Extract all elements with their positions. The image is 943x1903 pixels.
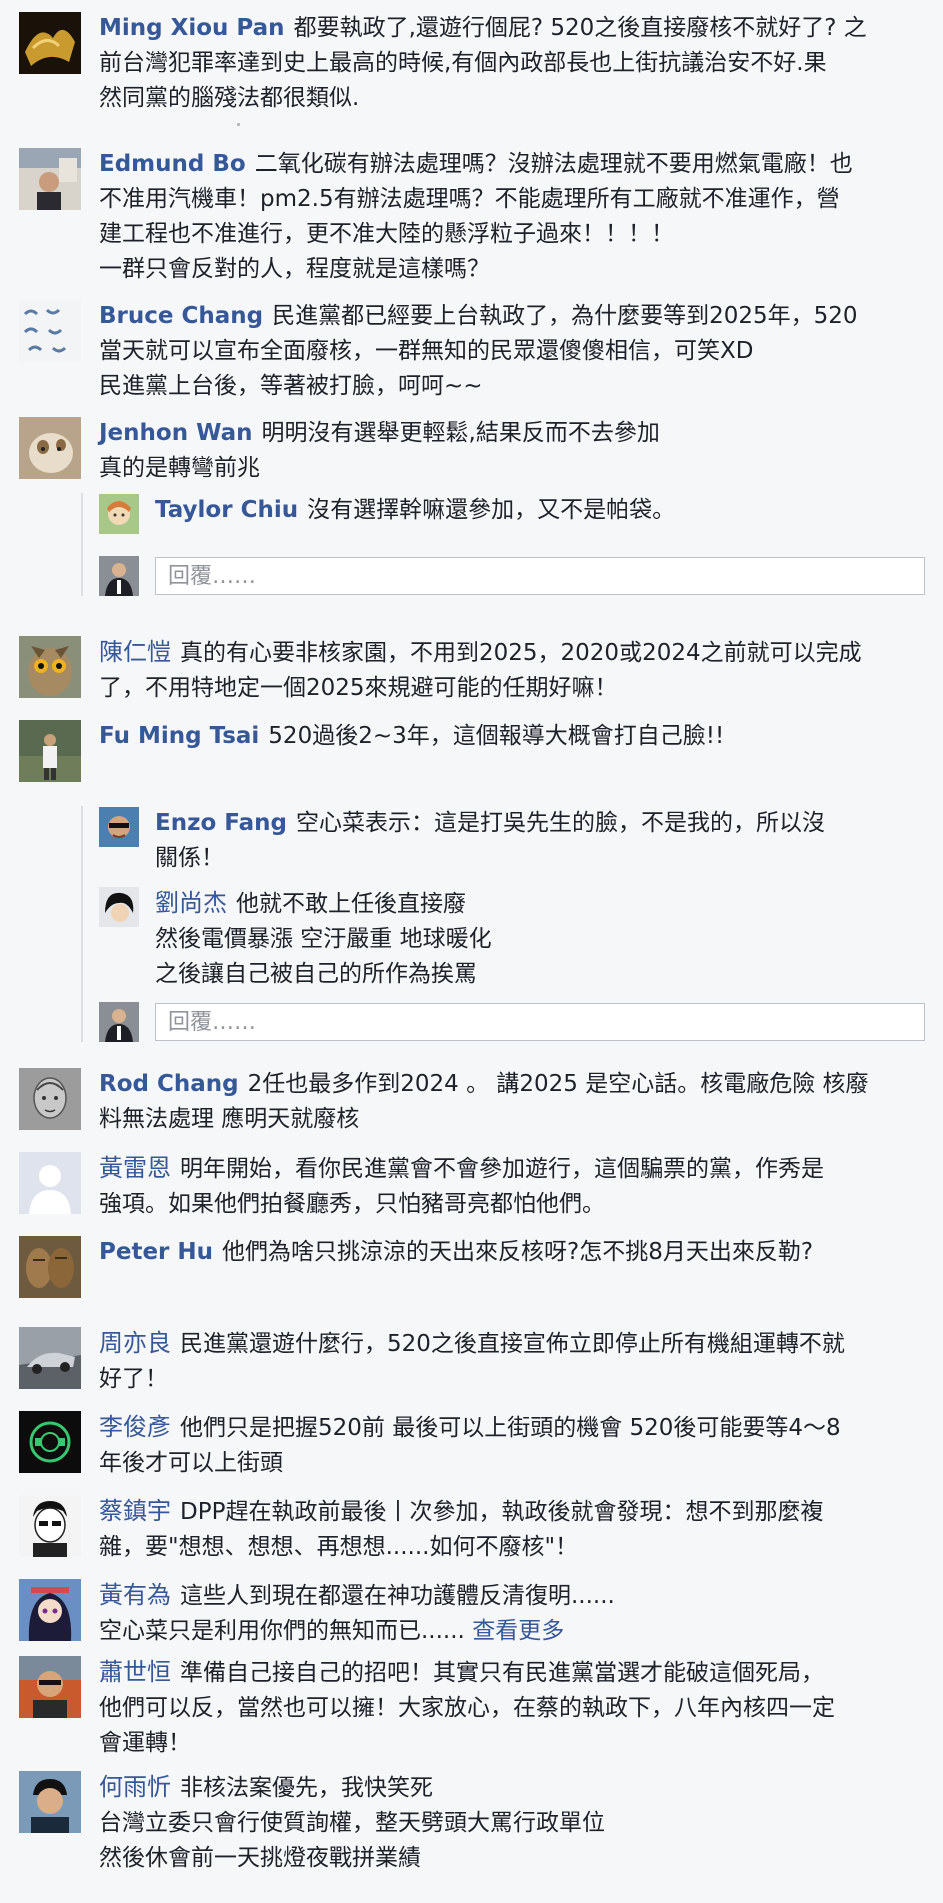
- reply-input-box[interactable]: [155, 557, 925, 595]
- comment-author-link[interactable]: 李俊彥: [99, 1413, 171, 1441]
- comment-author-link[interactable]: Edmund Bo: [99, 151, 246, 177]
- comment-text: 前台灣犯罪率達到史上最高的時候,有個內政部長也上街抗議治安不好.果: [99, 50, 827, 76]
- avatar[interactable]: [19, 1411, 81, 1473]
- current-user-avatar: [99, 1002, 139, 1042]
- comment-author-link[interactable]: Taylor Chiu: [155, 497, 298, 523]
- avatar[interactable]: [19, 1656, 81, 1718]
- avatar[interactable]: [19, 636, 81, 698]
- avatar[interactable]: [19, 1236, 81, 1298]
- comment-author-link[interactable]: 黃有為: [99, 1581, 171, 1609]
- comment-author-link[interactable]: Ming Xiou Pan: [99, 15, 285, 41]
- comment-text: 都要執政了,還遊行個屁? 520之後直接廢核不就好了? 之: [293, 15, 867, 41]
- comment-author-link[interactable]: Enzo Fang: [155, 810, 287, 836]
- comment-author-link[interactable]: Jenhon Wan: [99, 420, 253, 446]
- comment-body: Edmund Bo 二氧化碳有辦法處理嗎？沒辦法處理就不要用燃氣電廠！也 不准用汽…: [99, 151, 853, 282]
- avatar[interactable]: [19, 300, 81, 362]
- see-more-link[interactable]: 查看更多: [472, 1618, 564, 1644]
- avatar[interactable]: [99, 494, 139, 534]
- avatar[interactable]: [19, 1327, 81, 1389]
- avatar[interactable]: [19, 417, 81, 479]
- avatar[interactable]: [19, 1068, 81, 1130]
- avatar[interactable]: [19, 1579, 81, 1641]
- reply-input[interactable]: [156, 558, 924, 594]
- comment-author-link[interactable]: Peter Hu: [99, 1239, 213, 1265]
- avatar[interactable]: [19, 1152, 81, 1214]
- comment-text: 然同黨的腦殘法都很類似.: [99, 85, 360, 111]
- comment-author-link[interactable]: 蕭世恒: [99, 1658, 171, 1686]
- comment-author-link[interactable]: Fu Ming Tsai: [99, 723, 259, 749]
- avatar[interactable]: [99, 807, 139, 847]
- avatar[interactable]: [19, 1495, 81, 1557]
- reply-thread-line: [81, 493, 83, 596]
- reply-thread-line: [81, 806, 83, 1042]
- comment-author-link[interactable]: 何雨忻: [99, 1773, 171, 1801]
- reply-input-box[interactable]: [155, 1003, 925, 1041]
- comment-body: Ming Xiou Pan 都要執政了,還遊行個屁? 520之後直接廢核不就好了?…: [99, 11, 929, 116]
- comment-author-link[interactable]: 黃雷恩: [99, 1154, 171, 1182]
- reply-input[interactable]: [156, 1004, 924, 1040]
- comment-author-link[interactable]: Bruce Chang: [99, 303, 263, 329]
- comment-author-link[interactable]: 周亦良: [99, 1329, 171, 1357]
- comment-author-link[interactable]: Rod Chang: [99, 1071, 239, 1097]
- avatar[interactable]: [19, 148, 81, 210]
- comment-author-link[interactable]: 陳仁愷: [99, 638, 171, 666]
- current-user-avatar: [99, 556, 139, 596]
- avatar[interactable]: [19, 12, 81, 74]
- avatar[interactable]: [19, 720, 81, 782]
- avatar[interactable]: [19, 1771, 81, 1833]
- comment-author-link[interactable]: 蔡鎮宇: [99, 1497, 171, 1525]
- divider-dot: [237, 123, 240, 126]
- comment-author-link[interactable]: 劉尚杰: [155, 889, 227, 917]
- avatar[interactable]: [99, 887, 139, 927]
